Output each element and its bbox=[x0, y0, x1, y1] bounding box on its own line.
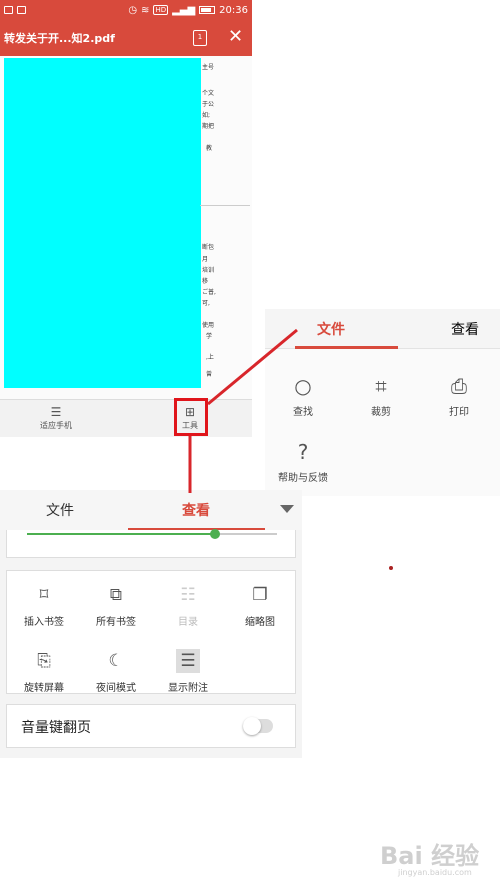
all-bookmarks-button[interactable]: ⧉ 所有书签 bbox=[81, 583, 151, 628]
all-bookmarks-label: 所有书签 bbox=[96, 617, 136, 628]
document-text-fragment: 主号 bbox=[202, 64, 215, 71]
redacted-block bbox=[4, 58, 201, 388]
document-text-fragment: 教 bbox=[206, 145, 213, 152]
document-text-fragment: 可, bbox=[202, 300, 210, 307]
toggle-knob bbox=[243, 717, 261, 735]
close-icon[interactable]: ✕ bbox=[228, 28, 243, 46]
toc-button[interactable]: ☷ 目录 bbox=[153, 583, 223, 628]
fit-phone-icon: ☰ bbox=[50, 405, 62, 419]
tab-view[interactable]: 查看 bbox=[451, 319, 479, 339]
battery-icon bbox=[199, 6, 216, 14]
thumbnail-label: 缩略图 bbox=[245, 617, 275, 628]
toc-label: 目录 bbox=[178, 617, 198, 628]
rotate-screen-label: 旋转屏幕 bbox=[24, 683, 64, 694]
tab-file[interactable]: 文件 bbox=[317, 319, 345, 339]
stray-dot bbox=[389, 566, 393, 570]
image-notification-icon bbox=[17, 6, 26, 14]
toc-icon: ☷ bbox=[180, 585, 196, 605]
crop-icon: ⌗ bbox=[375, 374, 387, 398]
slider-thumb[interactable] bbox=[209, 529, 220, 539]
rotate-screen-icon: ⎘ bbox=[37, 651, 51, 671]
document-text-fragment: 学 bbox=[206, 333, 213, 340]
help-feedback-button[interactable]: ? 帮助与反馈 bbox=[273, 439, 333, 484]
file-menu-panel: 文件 查看 ○ 查找 ⌗ 裁剪 ⎙ 打印 ? 帮助与反馈 bbox=[265, 309, 500, 496]
alarm-icon: ◷ bbox=[128, 4, 138, 16]
bookmark-icon: ⌑ bbox=[39, 585, 49, 605]
search-button[interactable]: ○ 查找 bbox=[273, 373, 333, 418]
tools-highlight-box bbox=[174, 398, 208, 436]
help-icon: ? bbox=[297, 440, 309, 464]
show-annotations-label: 显示附注 bbox=[168, 683, 208, 694]
tab-view[interactable]: 查看 bbox=[182, 500, 210, 520]
search-icon: ○ bbox=[294, 374, 312, 398]
watermark-url: jingyan.baidu.com bbox=[398, 868, 472, 877]
night-mode-label: 夜间模式 bbox=[96, 683, 136, 694]
crop-label: 裁剪 bbox=[371, 407, 391, 418]
hd-badge: HD bbox=[153, 5, 169, 15]
document-text-fragment: 曾 bbox=[206, 371, 213, 378]
volume-key-toggle[interactable] bbox=[243, 717, 273, 735]
signal-icon: ▂▄▆ bbox=[172, 4, 196, 16]
thumbnail-icon: ❐ bbox=[252, 585, 268, 605]
document-divider bbox=[200, 205, 250, 206]
help-feedback-label: 帮助与反馈 bbox=[278, 473, 328, 484]
insert-bookmark-button[interactable]: ⌑ 插入书签 bbox=[9, 583, 79, 628]
volume-key-row: 音量键翻页 bbox=[6, 704, 296, 748]
night-mode-icon: ☾ bbox=[108, 651, 124, 671]
document-text-fragment: 断包 bbox=[202, 244, 215, 251]
view-menu-panel: 文件 查看 ⌑ 插入书签 ⧉ 所有书签 ☷ 目录 ❐ 缩略图 ⎘ 旋转屏幕 ☾ … bbox=[0, 490, 302, 758]
brightness-slider[interactable] bbox=[27, 529, 277, 539]
night-mode-button[interactable]: ☾ 夜间模式 bbox=[81, 649, 151, 694]
file-panel-tabs: 文件 查看 bbox=[265, 309, 500, 349]
document-text-fragment: 期把 bbox=[202, 123, 215, 130]
slider-fill bbox=[27, 533, 215, 535]
collapse-panel-icon[interactable] bbox=[280, 505, 294, 513]
screenshot-root: ◷ ≋ HD ▂▄▆ 20:36 转发关于开...知2.pdf 1 ✕ 主号 个文… bbox=[0, 0, 500, 889]
document-text-fragment: ,上 bbox=[206, 354, 214, 361]
search-label: 查找 bbox=[293, 407, 313, 418]
show-annotations-button[interactable]: ☰ 显示附注 bbox=[153, 649, 223, 694]
printer-icon: ⎙ bbox=[451, 374, 467, 398]
fit-phone-label: 适应手机 bbox=[40, 421, 72, 430]
print-label: 打印 bbox=[449, 407, 469, 418]
title-bar: 转发关于开...知2.pdf 1 ✕ bbox=[0, 20, 252, 56]
tab-file[interactable]: 文件 bbox=[46, 500, 74, 520]
view-panel-tabs: 文件 查看 bbox=[0, 490, 302, 530]
watermark-logo: Bai 经验 bbox=[380, 842, 480, 870]
rotate-screen-button[interactable]: ⎘ 旋转屏幕 bbox=[9, 649, 79, 694]
window-switch-icon[interactable]: 1 bbox=[193, 30, 207, 46]
view-options-grid: ⌑ 插入书签 ⧉ 所有书签 ☷ 目录 ❐ 缩略图 ⎘ 旋转屏幕 ☾ 夜间模式 ☰… bbox=[6, 570, 296, 694]
status-bar: ◷ ≋ HD ▂▄▆ 20:36 bbox=[0, 0, 252, 20]
active-tab-indicator bbox=[295, 346, 398, 349]
crop-button[interactable]: ⌗ 裁剪 bbox=[351, 373, 411, 418]
print-button[interactable]: ⎙ 打印 bbox=[429, 373, 489, 418]
thumbnail-button[interactable]: ❐ 缩略图 bbox=[225, 583, 295, 628]
notification-icon bbox=[4, 6, 13, 14]
annotation-icon: ☰ bbox=[176, 649, 200, 673]
brightness-slider-card bbox=[6, 529, 296, 558]
fit-phone-button[interactable]: ☰ 适应手机 bbox=[26, 404, 86, 431]
document-title: 转发关于开...知2.pdf bbox=[4, 32, 115, 45]
volume-key-label: 音量键翻页 bbox=[21, 720, 91, 736]
clock: 20:36 bbox=[219, 4, 248, 16]
reader-bottom-toolbar: ☰ 适应手机 ⊞ 工具 bbox=[0, 399, 252, 437]
insert-bookmark-label: 插入书签 bbox=[24, 617, 64, 628]
bookmarks-icon: ⧉ bbox=[109, 585, 123, 605]
wifi-icon: ≋ bbox=[141, 4, 150, 16]
